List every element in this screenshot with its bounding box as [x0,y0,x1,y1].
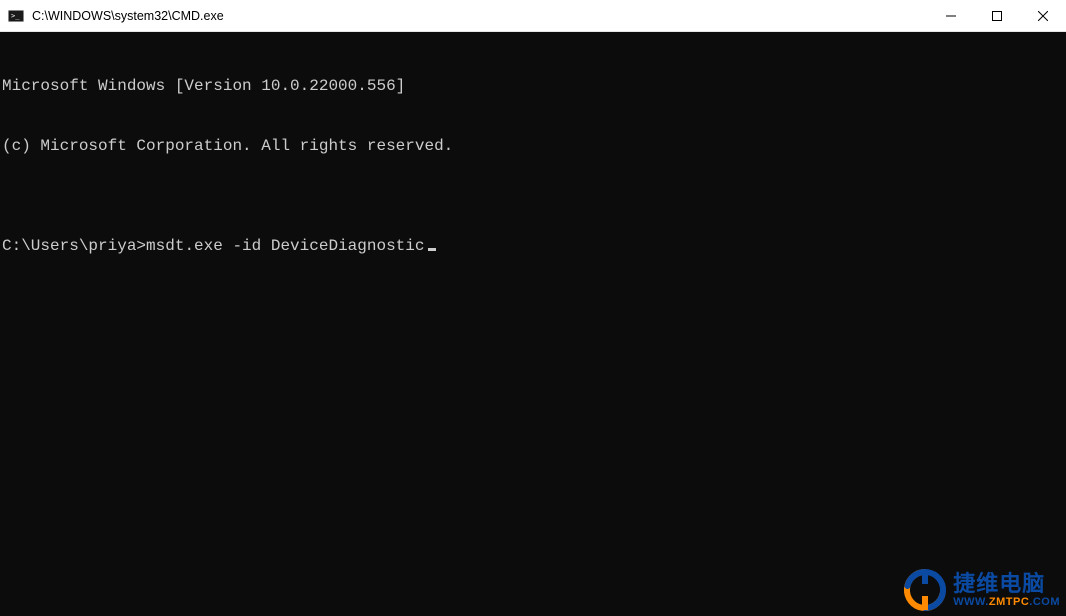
terminal-prompt: C:\Users\priya> [2,237,146,255]
terminal-command: msdt.exe -id DeviceDiagnostic [146,237,424,255]
terminal-prompt-line: C:\Users\priya>msdt.exe -id DeviceDiagno… [2,236,1064,256]
cmd-icon: >_ [8,8,24,24]
terminal-area[interactable]: Microsoft Windows [Version 10.0.22000.55… [0,32,1066,616]
titlebar[interactable]: >_ C:\WINDOWS\system32\CMD.exe [0,0,1066,32]
cursor-icon [428,248,436,251]
window-title: C:\WINDOWS\system32\CMD.exe [32,0,928,32]
close-button[interactable] [1020,0,1066,32]
svg-text:>_: >_ [11,12,20,20]
window-controls [928,0,1066,31]
minimize-button[interactable] [928,0,974,32]
terminal-output-line: (c) Microsoft Corporation. All rights re… [2,136,1064,156]
cmd-window: >_ C:\WINDOWS\system32\CMD.exe Microsoft… [0,0,1066,616]
terminal-output-line: Microsoft Windows [Version 10.0.22000.55… [2,76,1064,96]
maximize-button[interactable] [974,0,1020,32]
